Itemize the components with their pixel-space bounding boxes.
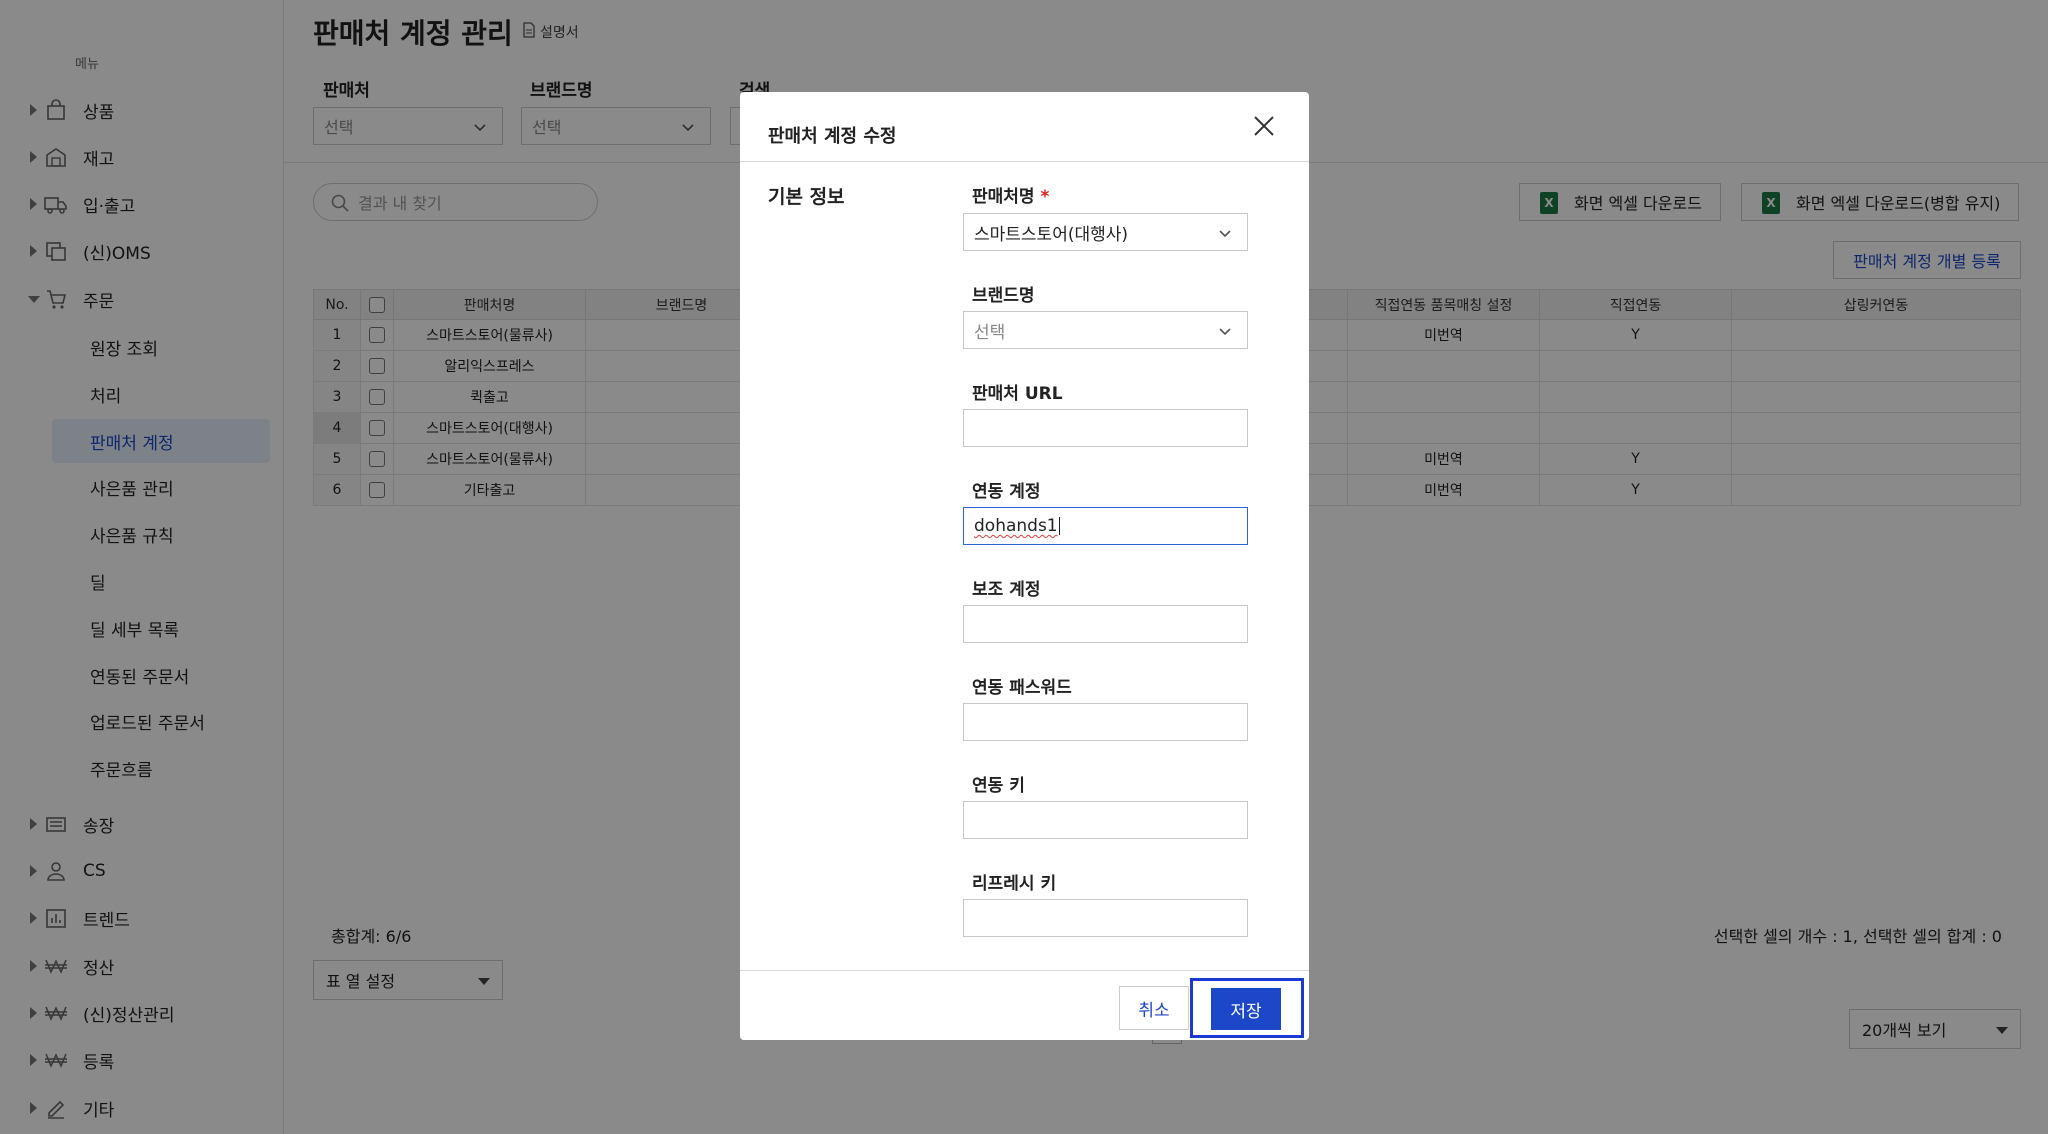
section-label: 기본 정보 <box>768 186 845 208</box>
required-mark: * <box>1040 187 1050 207</box>
field-label-refresh-key: 리프레시 키 <box>972 874 1057 894</box>
field-label-link-account: 연동 계정 <box>972 482 1041 502</box>
modal-title: 판매처 계정 수정 <box>768 126 897 147</box>
close-button[interactable] <box>1248 112 1280 144</box>
seller-name-select[interactable]: 스마트스토어(대행사) <box>963 213 1248 251</box>
field-label-seller-name: 판매처명 * <box>972 182 1049 207</box>
chevron-down-icon <box>1217 225 1233 246</box>
field-label-sub-account: 보조 계정 <box>972 580 1041 600</box>
refresh-key-input[interactable] <box>963 899 1248 937</box>
save-button[interactable]: 저장 <box>1211 988 1281 1030</box>
modal-header: 판매처 계정 수정 <box>740 92 1309 162</box>
label-text: 판매처명 <box>972 187 1035 207</box>
sub-account-input[interactable] <box>963 605 1248 643</box>
select-value: 선택 <box>974 322 1006 343</box>
modal-footer: 취소 저장 <box>740 970 1309 1040</box>
text-cursor <box>1058 517 1060 535</box>
select-value: 스마트스토어(대행사) <box>974 224 1129 245</box>
input-value: dohands1 <box>974 516 1058 536</box>
seller-url-input[interactable] <box>963 409 1248 447</box>
field-label-seller-url: 판매처 URL <box>972 384 1063 404</box>
save-button-focus-ring: 저장 <box>1190 978 1304 1038</box>
field-label-link-key: 연동 키 <box>972 776 1025 796</box>
field-label-brand-name: 브랜드명 <box>972 286 1035 306</box>
brand-name-select[interactable]: 선택 <box>963 311 1248 349</box>
cancel-button[interactable]: 취소 <box>1119 986 1189 1030</box>
link-password-input[interactable] <box>963 703 1248 741</box>
edit-seller-account-modal: 판매처 계정 수정 기본 정보 판매처명 * 스마트스토어(대행사) 브랜드명 … <box>740 92 1309 1040</box>
link-key-input[interactable] <box>963 801 1248 839</box>
field-label-link-password: 연동 패스워드 <box>972 678 1072 698</box>
link-account-input[interactable]: dohands1 <box>963 507 1248 545</box>
close-icon <box>1252 114 1276 142</box>
chevron-down-icon <box>1217 323 1233 344</box>
